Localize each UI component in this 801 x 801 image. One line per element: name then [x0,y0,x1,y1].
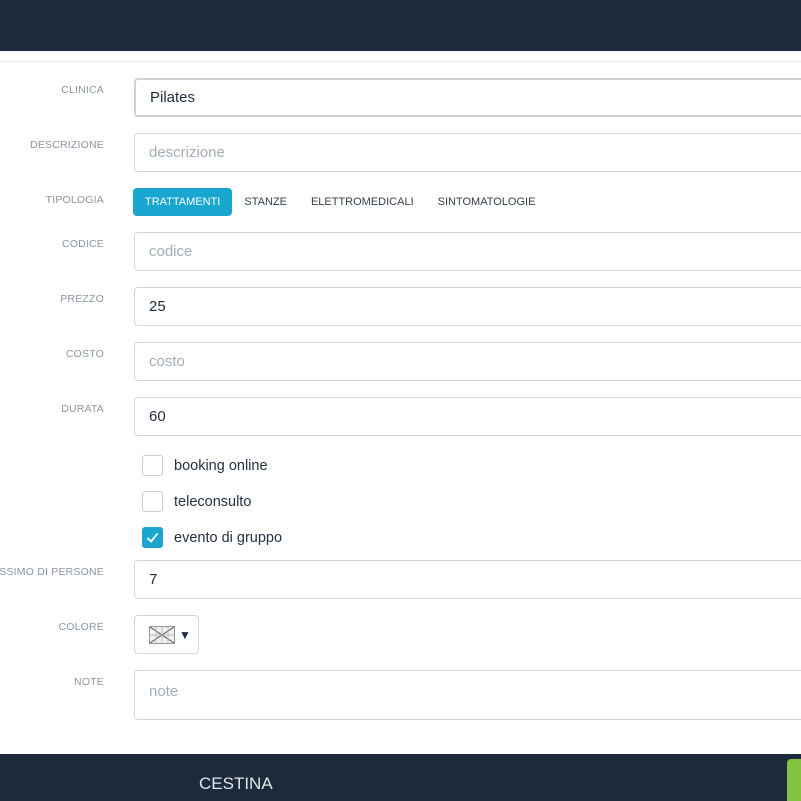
durata-value: 60 [149,408,166,425]
note-textarea[interactable]: note [134,670,801,720]
confirm-button[interactable] [787,759,801,801]
durata-label: DURATA [61,403,104,415]
codice-label: CODICE [61,238,104,250]
note-placeholder: note [149,683,179,700]
prezzo-input[interactable]: 25 [134,287,801,326]
tab-trattamenti[interactable]: TRATTAMENTI [133,188,233,216]
codice-input[interactable]: codice [134,232,801,271]
clinica-label: CLINICA [61,84,104,96]
costo-input[interactable]: costo [134,342,801,381]
prezzo-value: 25 [149,298,166,315]
caret-down-icon: ▼ [179,627,191,642]
tipologia-tabs: TRATTAMENTI STANZE ELETTROMEDICALI SINTO… [133,188,547,216]
booking-online-checkbox[interactable] [142,455,163,476]
tipologia-label: TIPOLOGIA [45,194,104,206]
prezzo-label: PREZZO [60,293,104,305]
color-swatch [149,625,175,644]
durata-input[interactable]: 60 [134,397,801,436]
tab-sintomatologie[interactable]: SINTOMATOLOGIE [426,188,548,216]
max-persone-input[interactable]: 7 [134,560,801,599]
clinica-input[interactable]: Pilates [134,78,801,117]
colore-label: COLORE [58,621,104,633]
evento-di-gruppo-checkbox[interactable] [142,527,163,548]
booking-online-option[interactable]: booking online [142,455,268,476]
tab-stanze[interactable]: STANZE [232,188,299,216]
check-icon [146,532,159,543]
costo-label: COSTO [65,348,104,360]
descrizione-label: DESCRIZIONE [30,139,104,151]
footer-bar [0,754,801,801]
max-persone-value: 7 [149,571,158,588]
evento-di-gruppo-option[interactable]: evento di gruppo [142,527,282,548]
teleconsulto-checkbox[interactable] [142,491,163,512]
color-picker[interactable]: ▼ [134,615,199,654]
delete-button[interactable]: CESTINA [199,774,273,794]
tab-elettromedicali[interactable]: ELETTROMEDICALI [299,188,426,216]
header-divider [0,61,801,62]
descrizione-input[interactable]: descrizione [134,133,801,172]
no-color-icon [149,626,175,643]
booking-online-label: booking online [174,457,268,474]
teleconsulto-option[interactable]: teleconsulto [142,491,251,512]
evento-di-gruppo-label: evento di gruppo [174,529,283,546]
max-persone-label: ASSIMO DI PERSONE [0,566,104,578]
note-label: NOTE [74,676,104,688]
clinica-value: Pilates [150,89,196,106]
codice-placeholder: codice [149,243,193,260]
descrizione-placeholder: descrizione [149,144,225,161]
teleconsulto-label: teleconsulto [174,493,252,510]
top-navigation-bar [0,0,801,51]
costo-placeholder: costo [149,353,185,370]
